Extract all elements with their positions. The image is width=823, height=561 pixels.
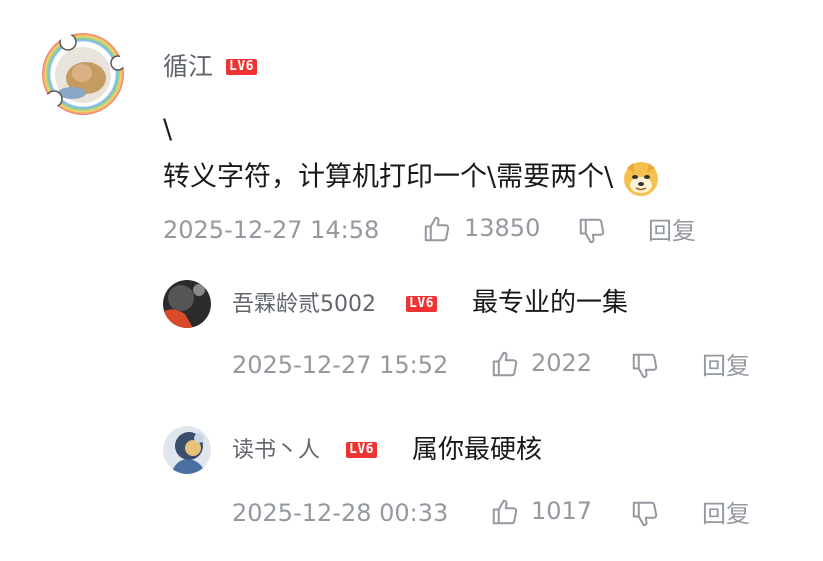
avatar-reply-1[interactable] (163, 280, 211, 328)
comment-username[interactable]: 循江 (163, 50, 213, 84)
level-badge: LV6 (346, 442, 377, 458)
reply-username[interactable]: 吾霖龄贰5002 (232, 290, 376, 320)
comment-line-2: 转义字符，计算机打印一个\需要两个\ (163, 159, 660, 197)
avatar-reply-2[interactable] (163, 426, 211, 474)
reply-username[interactable]: 读书丶人 (232, 436, 320, 466)
comment-line-1: \ (163, 114, 173, 145)
avatar-reply-2-image (163, 426, 211, 474)
dislike-icon[interactable] (577, 216, 607, 246)
avatar-main[interactable] (42, 33, 124, 115)
doge-emoji-icon (622, 159, 660, 197)
like-icon[interactable] (490, 349, 520, 379)
reply-time: 2025-12-27 15:52 (232, 351, 449, 379)
avatar-reply-1-image (163, 280, 211, 328)
level-badge: LV6 (406, 296, 437, 312)
comment-time: 2025-12-27 14:58 (163, 216, 380, 244)
dislike-icon[interactable] (630, 499, 660, 529)
like-icon[interactable] (422, 214, 452, 244)
reply-button[interactable]: 回复 (702, 500, 750, 528)
reply-time: 2025-12-28 00:33 (232, 499, 449, 527)
like-count: 2022 (531, 349, 593, 377)
like-count: 13850 (464, 214, 541, 242)
reply-text: 属你最硬核 (412, 435, 543, 465)
dislike-icon[interactable] (630, 351, 660, 381)
reply-button[interactable]: 回复 (648, 217, 696, 245)
reply-button[interactable]: 回复 (702, 352, 750, 380)
like-count: 1017 (531, 497, 593, 525)
reply-text: 最专业的一集 (472, 288, 629, 318)
like-icon[interactable] (490, 497, 520, 527)
avatar-main-image (42, 33, 124, 115)
comment-text: 转义字符，计算机打印一个\需要两个\ (163, 161, 614, 193)
level-badge: LV6 (226, 59, 257, 75)
